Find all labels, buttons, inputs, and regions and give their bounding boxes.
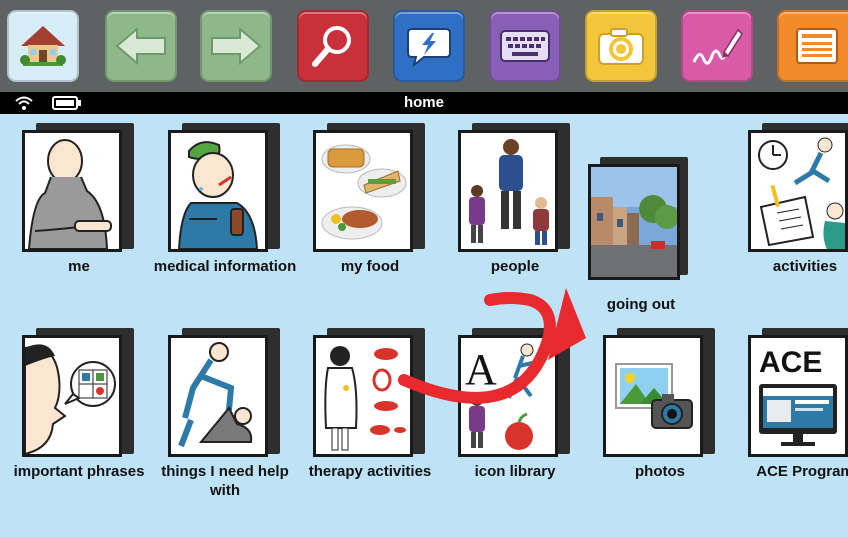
page-title: home <box>403 94 444 111</box>
status-bar: home <box>0 92 848 114</box>
person-pointing-icon <box>27 139 112 249</box>
arrow-right-icon <box>211 26 262 66</box>
street-photo-icon <box>591 167 677 277</box>
svg-text:A: A <box>465 345 497 394</box>
forward-button[interactable] <box>200 10 272 82</box>
home-button[interactable] <box>7 10 79 82</box>
magnifier-icon <box>312 26 351 67</box>
icon-library-icon: A <box>465 343 538 450</box>
arrow-left-icon <box>115 26 166 66</box>
tile-label: photos <box>635 463 685 480</box>
tile-label: my food <box>340 258 400 275</box>
search-button[interactable] <box>297 10 369 82</box>
camera-button[interactable] <box>585 10 657 82</box>
ace-badge-text: ACE <box>759 346 822 379</box>
chat-button[interactable] <box>393 10 465 82</box>
camera-icon <box>598 28 644 65</box>
food-plates-icon <box>321 144 407 240</box>
tile-label: going out <box>606 296 676 313</box>
sick-person-icon <box>177 141 259 249</box>
tile-label: ACE Program <box>756 463 848 480</box>
tile-label: me <box>68 258 90 275</box>
speech-bubble-icon <box>407 28 451 68</box>
ace-monitor-icon: ACE <box>759 346 837 446</box>
tile-label: medical information <box>153 258 297 275</box>
therapist-icon <box>324 346 406 451</box>
tile-label: people <box>490 258 540 275</box>
house-icon <box>20 26 66 66</box>
speaking-person-icon <box>25 344 116 454</box>
keyboard-icon <box>500 30 550 62</box>
tile-label: icon library <box>474 463 556 480</box>
tile-label: activities <box>772 258 838 275</box>
draw-button[interactable] <box>681 10 753 82</box>
tile-label: important phrases <box>13 463 145 480</box>
toolbar <box>0 0 848 92</box>
photo-camera-icon <box>615 363 693 429</box>
keyboard-button[interactable] <box>489 10 561 82</box>
back-button[interactable] <box>105 10 177 82</box>
list-icon <box>796 28 838 64</box>
helping-hand-icon <box>178 342 253 448</box>
tile-label: therapy activities <box>308 463 432 480</box>
list-button[interactable] <box>777 10 848 82</box>
people-group-icon <box>469 139 549 245</box>
activities-icon <box>758 137 845 249</box>
pen-scribble-icon <box>692 28 743 65</box>
tile-label: things I need help with <box>161 463 289 499</box>
